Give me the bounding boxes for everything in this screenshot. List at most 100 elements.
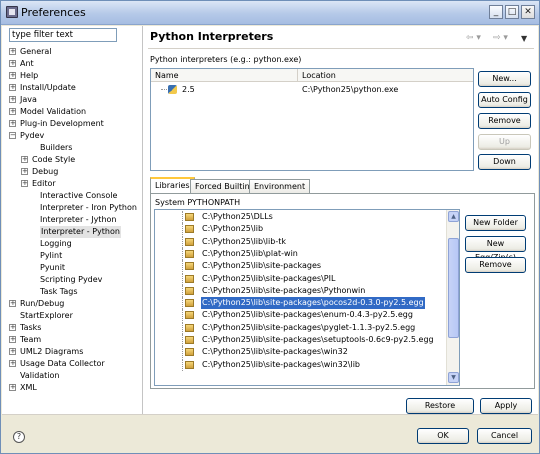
tree-item[interactable]: + Model Validation (9, 106, 139, 118)
tree-item[interactable]: − Pydev (9, 130, 139, 142)
list-item[interactable]: C:\Python25\lib\site-packages\pyglet-1.1… (155, 321, 447, 334)
close-button[interactable]: ✕ (521, 5, 535, 19)
restore-defaults-button[interactable]: Restore Defaults (406, 398, 474, 424)
tree-item[interactable]: + Usage Data Collector (9, 358, 139, 370)
scroll-up-arrow-icon[interactable]: ▲ (448, 211, 459, 222)
expand-icon[interactable]: + (21, 156, 28, 163)
tree-item[interactable]: Interpreter - Jython (9, 214, 139, 226)
tree-item[interactable]: StartExplorer (9, 310, 139, 322)
list-item[interactable]: C:\Python25\lib\lib-tk (155, 235, 447, 248)
tree-item[interactable]: + Help (9, 70, 139, 82)
tree-item[interactable]: + General (9, 46, 139, 58)
tree-item[interactable]: + Install/Update (9, 82, 139, 94)
remove-library-button[interactable]: Remove (465, 257, 526, 273)
list-item[interactable]: C:\Python25\lib (155, 223, 447, 236)
tree-item[interactable]: + Plug-in Development (9, 118, 139, 130)
table-row[interactable]: 2.5 C:\Python25\python.exe (151, 84, 473, 96)
tree-item[interactable]: + XML (9, 382, 139, 394)
tree-item[interactable]: Interpreter - Iron Python (9, 202, 139, 214)
forward-arrow-icon[interactable]: ⇨ ▾ (493, 33, 508, 43)
folder-icon (185, 274, 194, 283)
list-item[interactable]: C:\Python25\lib\site-packages\pocos2d-0.… (155, 297, 447, 310)
new-egg-zip-button[interactable]: New Egg/Zip(s) (465, 236, 526, 262)
tree-item[interactable]: Pyunit (9, 262, 139, 274)
tree-item-label: Usage Data Collector (20, 359, 105, 368)
list-item[interactable]: C:\Python25\lib\site-packages\setuptools… (155, 334, 447, 346)
expand-icon[interactable]: + (9, 120, 16, 127)
tree-item[interactable]: + Ant (9, 58, 139, 70)
library-path: C:\Python25\lib\plat-win (202, 248, 298, 258)
list-item[interactable]: C:\Python25\lib\site-packages\enum-0.4.3… (155, 309, 447, 322)
collapse-icon[interactable]: − (9, 132, 16, 139)
new-folder-button[interactable]: New Folder (465, 215, 526, 231)
tree-item[interactable]: Scripting Pydev (9, 274, 139, 286)
expand-icon[interactable]: + (9, 336, 16, 343)
remove-interpreter-button[interactable]: Remove (478, 113, 531, 129)
list-item[interactable]: C:\Python25\lib\site-packages\win32\lib (155, 358, 447, 371)
tree-item[interactable]: + Run/Debug (9, 298, 139, 310)
expand-icon[interactable]: + (21, 180, 28, 187)
column-header-name[interactable]: Name (151, 69, 298, 82)
scroll-down-arrow-icon[interactable]: ▼ (448, 372, 459, 383)
expand-icon[interactable]: + (9, 348, 16, 355)
expand-icon[interactable]: + (9, 84, 16, 91)
tree-item[interactable]: Builders (9, 142, 139, 154)
tree-item[interactable]: + Tasks (9, 322, 139, 334)
expand-icon[interactable]: + (9, 108, 16, 115)
list-item[interactable]: C:\Python25\lib\site-packages\PIL (155, 272, 447, 285)
tab-libraries[interactable]: Libraries (150, 177, 195, 193)
tree-item[interactable]: + UML2 Diagrams (9, 346, 139, 358)
expand-icon[interactable]: + (9, 360, 16, 367)
tree-item[interactable]: + Debug (9, 166, 139, 178)
tab-environment[interactable]: Environment (249, 179, 311, 193)
view-menu-icon[interactable]: ▼ (521, 34, 527, 43)
expand-icon[interactable]: + (9, 48, 16, 55)
expand-icon[interactable]: + (9, 96, 16, 103)
cancel-button[interactable]: Cancel (477, 428, 532, 444)
ok-button[interactable]: OK (417, 428, 469, 444)
expand-icon[interactable]: + (9, 384, 16, 391)
tree-item[interactable]: Logging (9, 238, 139, 250)
expand-icon[interactable]: + (21, 168, 28, 175)
library-path: C:\Python25\lib\site-packages\pyglet-1.1… (202, 322, 416, 332)
list-item[interactable]: C:\Python25\DLLs (155, 211, 447, 223)
tree-item[interactable]: + Editor (9, 178, 139, 190)
tree-item[interactable]: Validation (9, 370, 139, 382)
up-button[interactable]: Up (478, 134, 531, 150)
expand-icon[interactable]: + (9, 300, 16, 307)
help-icon[interactable]: ? (13, 431, 25, 443)
tree-item[interactable]: Pylint (9, 250, 139, 262)
tree-item[interactable]: Task Tags (9, 286, 139, 298)
folder-icon (185, 262, 194, 271)
apply-button[interactable]: Apply (480, 398, 532, 414)
minimize-button[interactable]: _ (489, 5, 503, 19)
vertical-scrollbar[interactable]: ▲ ▼ (446, 210, 459, 385)
tree-item[interactable]: + Team (9, 334, 139, 346)
sash-divider[interactable] (142, 26, 143, 414)
title-bar[interactable]: Preferences _ □ ✕ (1, 1, 539, 25)
pythonpath-list[interactable]: C:\Python25\lib\site-packages\win32\lib C… (154, 209, 460, 386)
list-item[interactable]: C:\Python25\lib\site-packages\win32 (155, 346, 447, 359)
tree-item-label: Interactive Console (40, 191, 118, 200)
list-item[interactable]: C:\Python25\lib\site-packages\Pythonwin (155, 284, 447, 297)
tree-item[interactable]: + Java (9, 94, 139, 106)
tree-item[interactable]: Interactive Console (9, 190, 139, 202)
filter-input[interactable]: type filter text (9, 28, 117, 42)
tree-item[interactable]: Interpreter - Python (9, 226, 139, 238)
list-item[interactable]: C:\Python25\lib\site-packages (155, 260, 447, 273)
new-interpreter-button[interactable]: New... (478, 71, 531, 87)
auto-config-button[interactable]: Auto Config (478, 92, 531, 108)
interpreters-table[interactable]: Name Location 2.5 C:\Python25\python.exe (150, 68, 474, 171)
back-arrow-icon[interactable]: ⇦ ▾ (466, 33, 481, 43)
expand-icon[interactable]: + (9, 72, 16, 79)
list-item[interactable]: C:\Python25\lib\plat-win (155, 247, 447, 260)
column-header-location[interactable]: Location (298, 69, 473, 82)
folder-icon (185, 323, 194, 332)
scroll-thumb[interactable] (448, 238, 459, 338)
down-button[interactable]: Down (478, 154, 531, 170)
maximize-button[interactable]: □ (505, 5, 519, 19)
tree-item-label: XML (20, 383, 37, 392)
tree-item[interactable]: + Code Style (9, 154, 139, 166)
expand-icon[interactable]: + (9, 324, 16, 331)
expand-icon[interactable]: + (9, 60, 16, 67)
